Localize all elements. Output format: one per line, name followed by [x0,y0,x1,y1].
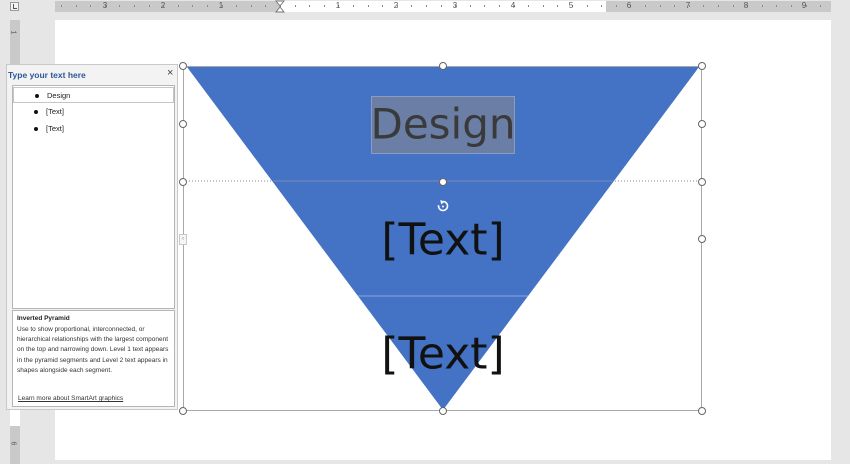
text-pane-toggle-icon[interactable]: ‹ [179,234,187,245]
list-item[interactable]: [Text] [13,104,174,120]
layout-description-text: Use to show proportional, interconnected… [17,326,169,374]
segment-1-text[interactable]: Design [370,100,515,149]
shape-resize-handle[interactable] [179,120,187,128]
list-item[interactable]: [Text] [13,121,174,137]
bullet-icon [34,110,38,114]
rotate-icon[interactable] [436,199,450,213]
list-item-text[interactable]: Design [47,88,70,104]
learn-more-link[interactable]: Learn more about SmartArt graphics [18,395,123,402]
resize-handle[interactable] [698,235,706,243]
resize-handle[interactable] [698,62,706,70]
text-pane-list[interactable]: Design [Text] [Text] [12,85,175,309]
resize-handle[interactable] [698,407,706,415]
resize-handle[interactable] [179,407,187,415]
resize-handle[interactable] [439,407,447,415]
bullet-icon [35,94,39,98]
list-item[interactable]: Design [13,87,174,103]
bullet-icon [34,127,38,131]
resize-handle[interactable] [439,62,447,70]
layout-description: Inverted Pyramid Use to show proportiona… [12,310,175,407]
shape-resize-handle[interactable] [698,178,706,186]
resize-handle[interactable] [179,62,187,70]
close-icon[interactable]: × [167,68,173,79]
list-item-text[interactable]: [Text] [46,104,64,120]
smartart-text-pane[interactable]: Type your text here × Design [Text] [Tex… [6,64,178,410]
segment-2-text[interactable]: [Text] [381,215,504,266]
layout-name: Inverted Pyramid [17,315,70,322]
list-item-text[interactable]: [Text] [46,121,64,137]
text-pane-title: Type your text here [8,70,86,80]
segment-3-text[interactable]: [Text] [381,329,504,380]
shape-resize-handle[interactable] [439,178,447,186]
shape-resize-handle[interactable] [179,178,187,186]
shape-resize-handle[interactable] [698,120,706,128]
